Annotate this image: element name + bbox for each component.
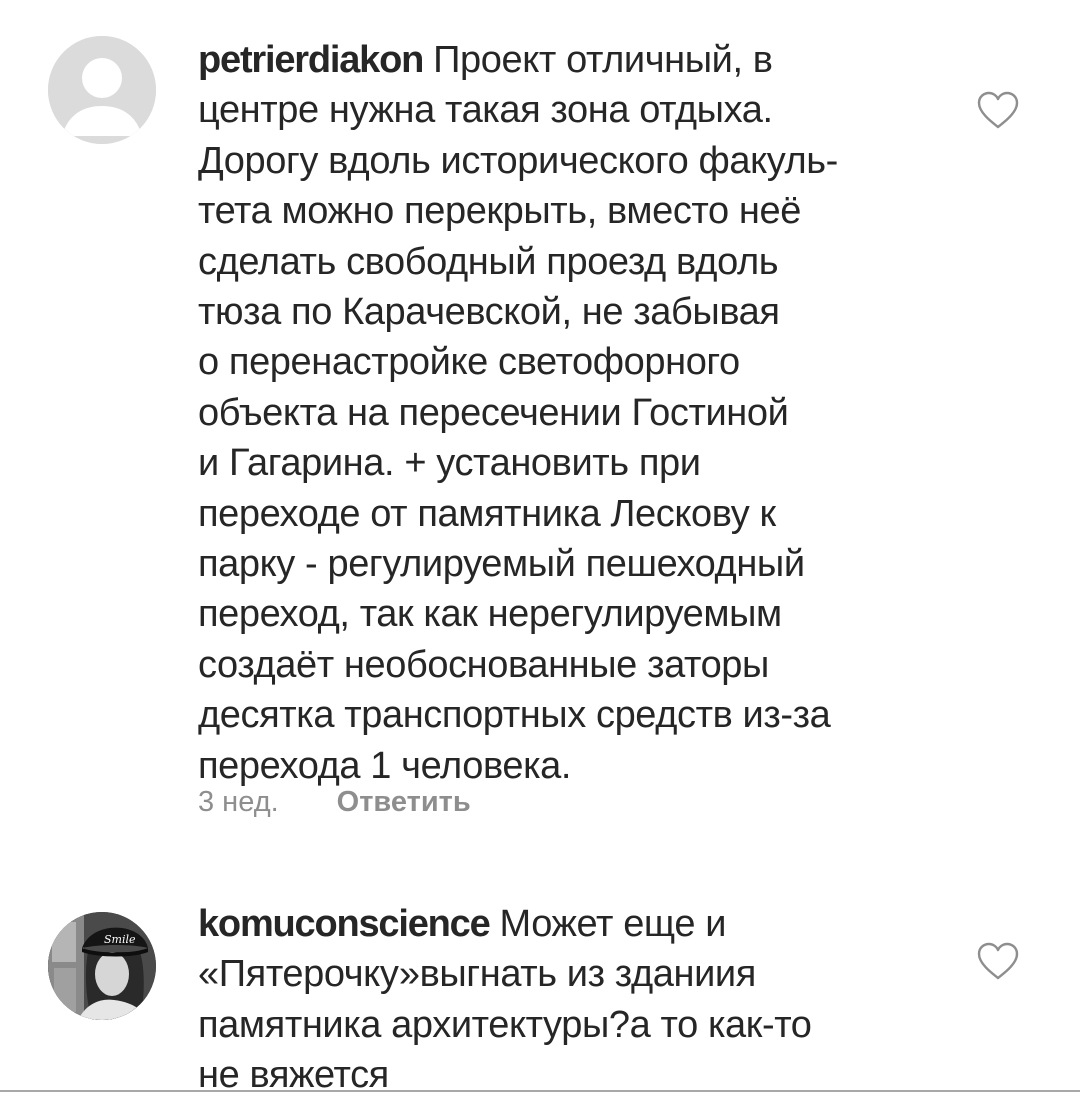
- comment-meta: 3 нед. Ответить: [198, 785, 471, 819]
- avatar[interactable]: [48, 36, 156, 144]
- reply-button[interactable]: Ответить: [337, 785, 471, 819]
- like-button[interactable]: [976, 941, 1020, 981]
- comment-timestamp: 3 нед.: [198, 786, 279, 818]
- comment-body: petrierdiakon Проект отличный, в центре н…: [198, 35, 918, 791]
- avatar-cap-text: Smile: [104, 933, 136, 946]
- avatar[interactable]: Smile: [48, 912, 156, 1020]
- comment-body: komuconscience Может еще и «Пятерочку»выг…: [198, 899, 918, 1101]
- bottom-divider: [0, 1090, 1080, 1092]
- default-avatar-icon: [48, 36, 156, 144]
- comment-text: Проект отличный, в центре нужна такая зо…: [198, 39, 838, 787]
- comment-username[interactable]: petrierdiakon: [198, 39, 424, 81]
- like-button[interactable]: [976, 90, 1020, 130]
- heart-outline-icon: [977, 942, 1019, 980]
- user-photo-avatar: Smile: [48, 912, 156, 1020]
- heart-outline-icon: [977, 91, 1019, 129]
- comment-username[interactable]: komuconscience: [198, 903, 491, 945]
